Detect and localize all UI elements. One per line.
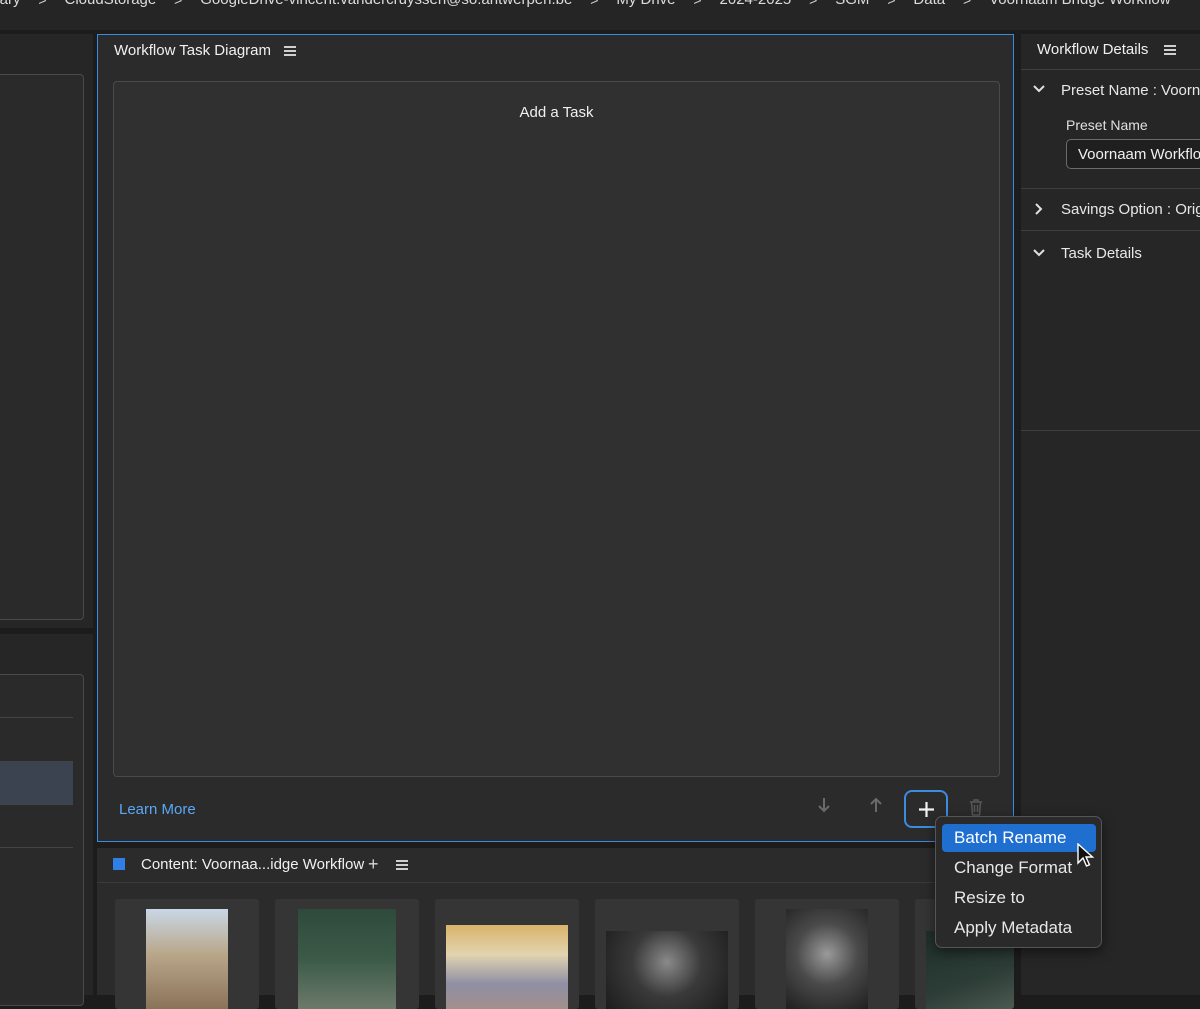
section-title[interactable]: Preset Name : Voorna: [1061, 82, 1200, 99]
menu-item-apply-metadata[interactable]: Apply Metadata: [942, 914, 1096, 942]
left-list-box: [0, 674, 84, 1006]
left-panel-bottom: [0, 634, 93, 1006]
thumbnail-image: [146, 909, 228, 1009]
move-up-button[interactable]: [866, 797, 886, 821]
chevron-right-icon: >: [572, 0, 616, 8]
breadcrumb-item[interactable]: Voornaam Bridge Workflow: [989, 0, 1170, 8]
preset-name-input[interactable]: Voornaam Workflo: [1066, 139, 1200, 169]
mouse-cursor-icon: [1077, 843, 1095, 867]
savings-option-section: Savings Option : Orig: [1021, 189, 1200, 231]
content-panel-header: Content: Voornaa...idge Workflow +: [97, 848, 1014, 883]
panel-menu-icon[interactable]: [284, 46, 296, 56]
breadcrumb-item[interactable]: CloudStorage: [65, 0, 157, 8]
task-details-section: Task Details: [1021, 231, 1200, 431]
thumbnail-image: [446, 925, 568, 1009]
chevron-right-icon: >: [791, 0, 835, 8]
workflow-task-diagram-panel: Workflow Task Diagram Add a Task Learn M…: [97, 34, 1014, 842]
left-panel-box: [0, 74, 84, 620]
plus-icon: [919, 802, 934, 817]
arrow-up-icon: [870, 797, 882, 812]
chevron-right-icon: >: [869, 0, 913, 8]
add-task-placeholder: Add a Task: [519, 104, 594, 121]
thumbnail[interactable]: [435, 899, 579, 1009]
preset-name-section: Preset Name : Voorna Preset Name Voornaa…: [1021, 69, 1200, 189]
chevron-right-icon: >: [156, 0, 200, 8]
left-panel-top: [0, 34, 93, 628]
thumbnail[interactable]: [755, 899, 899, 1009]
move-down-button[interactable]: [814, 797, 834, 821]
chevron-right-icon: >: [676, 0, 720, 8]
thumbnail-image: [786, 909, 868, 1009]
breadcrumb-item[interactable]: GoogleDrive-vincent.vandercruyssen@so.an…: [200, 0, 572, 8]
thumbnail[interactable]: [115, 899, 259, 1009]
chevron-right-icon: >: [945, 0, 989, 8]
trash-icon[interactable]: [968, 798, 984, 816]
menu-item-resize-to[interactable]: Resize to: [942, 884, 1096, 912]
list-item[interactable]: [0, 804, 73, 848]
list-divider: [0, 847, 73, 849]
section-title[interactable]: Task Details: [1061, 245, 1142, 262]
breadcrumb-item[interactable]: 2024-2025: [720, 0, 792, 8]
breadcrumb-item[interactable]: ibrary: [0, 0, 21, 8]
chevron-down-icon[interactable]: [1033, 247, 1045, 259]
content-color-marker: [113, 858, 125, 870]
thumbnail-image: [298, 909, 396, 1009]
thumbnail-image: [606, 931, 728, 1009]
menu-item-batch-rename[interactable]: Batch Rename: [942, 824, 1096, 852]
breadcrumb: ibrary > CloudStorage > GoogleDrive-vinc…: [0, 0, 1200, 30]
add-tab-icon[interactable]: +: [368, 854, 379, 875]
chevron-right-icon[interactable]: [1033, 203, 1045, 215]
preset-name-label: Preset Name: [1066, 117, 1148, 133]
thumbnail[interactable]: [275, 899, 419, 1009]
arrow-down-icon: [818, 798, 830, 813]
section-title[interactable]: Savings Option : Orig: [1061, 201, 1200, 218]
list-item[interactable]: [0, 717, 73, 761]
breadcrumb-item[interactable]: Data: [913, 0, 945, 8]
task-diagram-canvas[interactable]: Add a Task: [113, 81, 1000, 777]
panel-title: Workflow Details: [1037, 41, 1149, 58]
panel-menu-icon[interactable]: [396, 860, 408, 870]
add-task-menu: Batch Rename Change Format Resize to App…: [935, 816, 1102, 948]
learn-more-link[interactable]: Learn More: [119, 801, 196, 818]
chevron-right-icon: >: [21, 0, 65, 8]
content-panel: Content: Voornaa...idge Workflow +: [97, 848, 1014, 1009]
breadcrumb-item[interactable]: SGM: [835, 0, 869, 8]
panel-menu-icon[interactable]: [1164, 45, 1176, 55]
content-title: Content: Voornaa...idge Workflow: [141, 856, 365, 873]
breadcrumb-item[interactable]: My Drive: [616, 0, 675, 8]
menu-item-change-format[interactable]: Change Format: [942, 854, 1096, 882]
panel-title: Workflow Task Diagram: [114, 42, 271, 59]
chevron-down-icon[interactable]: [1033, 83, 1045, 95]
thumbnail[interactable]: [595, 899, 739, 1009]
list-item-selected[interactable]: [0, 761, 73, 804]
